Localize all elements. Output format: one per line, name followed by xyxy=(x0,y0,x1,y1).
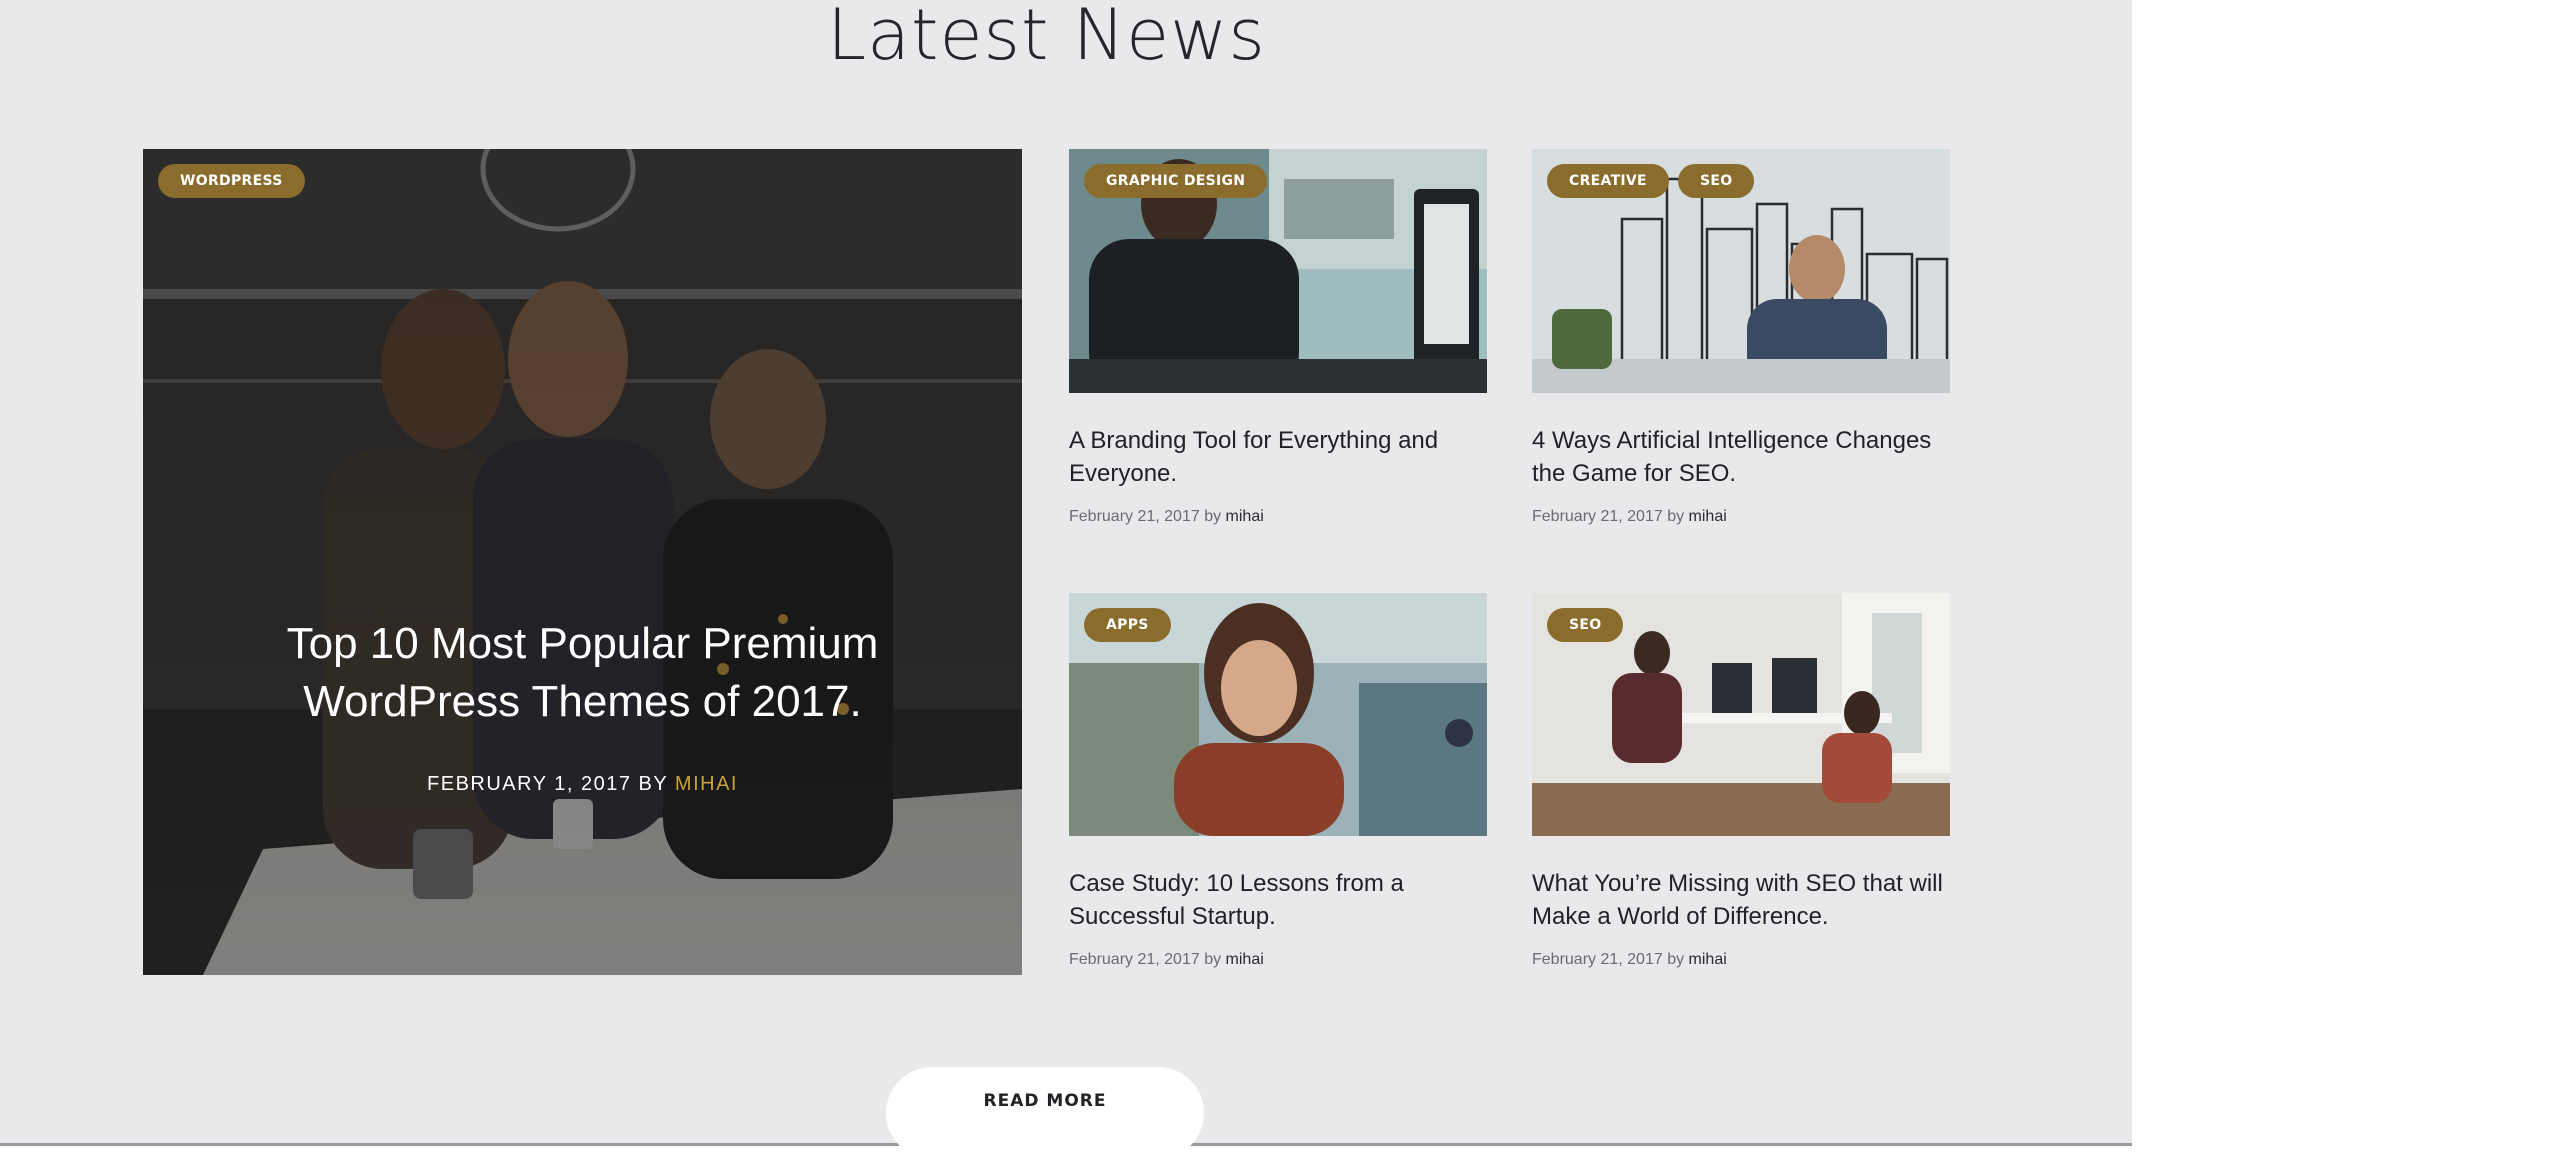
tag-graphic-design[interactable]: GRAPHIC DESIGN xyxy=(1084,164,1268,198)
read-more-button[interactable]: READ MORE xyxy=(886,1067,1204,1159)
featured-post-meta: February 1, 2017 by mihai xyxy=(143,773,1022,796)
post-date: February 21, 2017 by xyxy=(1532,508,1685,525)
post-title-missing-seo[interactable]: What You’re Missing with SEO that will M… xyxy=(1532,867,1952,933)
post-meta-ai-seo: February 21, 2017 by mihai xyxy=(1532,508,1727,526)
tag-wordpress[interactable]: WORDPRESS xyxy=(158,164,305,198)
section-title: Latest News xyxy=(827,0,1266,76)
post-date: February 21, 2017 by xyxy=(1069,951,1222,968)
featured-post-image[interactable]: WORDPRESS Top 10 Most Popular Premium Wo… xyxy=(143,149,1022,975)
post-date: February 21, 2017 by xyxy=(1532,951,1685,968)
featured-post-author[interactable]: mihai xyxy=(675,773,738,795)
read-more-label: READ MORE xyxy=(983,1091,1107,1111)
tag-creative[interactable]: CREATIVE xyxy=(1547,164,1669,198)
post-image-branding-tool[interactable]: GRAPHIC DESIGN xyxy=(1069,149,1487,393)
post-image-startup-case-study[interactable]: APPS xyxy=(1069,593,1487,836)
tag-seo[interactable]: SEO xyxy=(1547,608,1624,642)
post-meta-branding-tool: February 21, 2017 by mihai xyxy=(1069,508,1264,526)
featured-post-date: February 1, 2017 by xyxy=(427,773,668,795)
post-author[interactable]: mihai xyxy=(1689,508,1727,525)
post-title-branding-tool[interactable]: A Branding Tool for Everything and Every… xyxy=(1069,424,1489,490)
featured-post-title[interactable]: Top 10 Most Popular Premium WordPress Th… xyxy=(143,615,1022,731)
post-meta-startup-case-study: February 21, 2017 by mihai xyxy=(1069,951,1264,969)
post-title-ai-seo[interactable]: 4 Ways Artificial Intelligence Changes t… xyxy=(1532,424,1952,490)
tag-seo[interactable]: SEO xyxy=(1678,164,1755,198)
post-image-ai-seo[interactable]: CREATIVE SEO xyxy=(1532,149,1950,393)
latest-news-section: Latest News WORDPRESS Top 10 Most Popula… xyxy=(0,0,2132,1143)
tag-apps[interactable]: APPS xyxy=(1084,608,1171,642)
post-author[interactable]: mihai xyxy=(1226,508,1264,525)
featured-title-line-1: Top 10 Most Popular Premium xyxy=(286,619,879,668)
post-title-startup-case-study[interactable]: Case Study: 10 Lessons from a Successful… xyxy=(1069,867,1489,933)
post-author[interactable]: mihai xyxy=(1689,951,1727,968)
featured-image-overlay xyxy=(143,149,1022,975)
post-image-missing-seo[interactable]: SEO xyxy=(1532,593,1950,836)
post-author[interactable]: mihai xyxy=(1226,951,1264,968)
featured-title-line-2: WordPress Themes of 2017. xyxy=(303,677,862,726)
post-date: February 21, 2017 by xyxy=(1069,508,1222,525)
post-meta-missing-seo: February 21, 2017 by mihai xyxy=(1532,951,1727,969)
